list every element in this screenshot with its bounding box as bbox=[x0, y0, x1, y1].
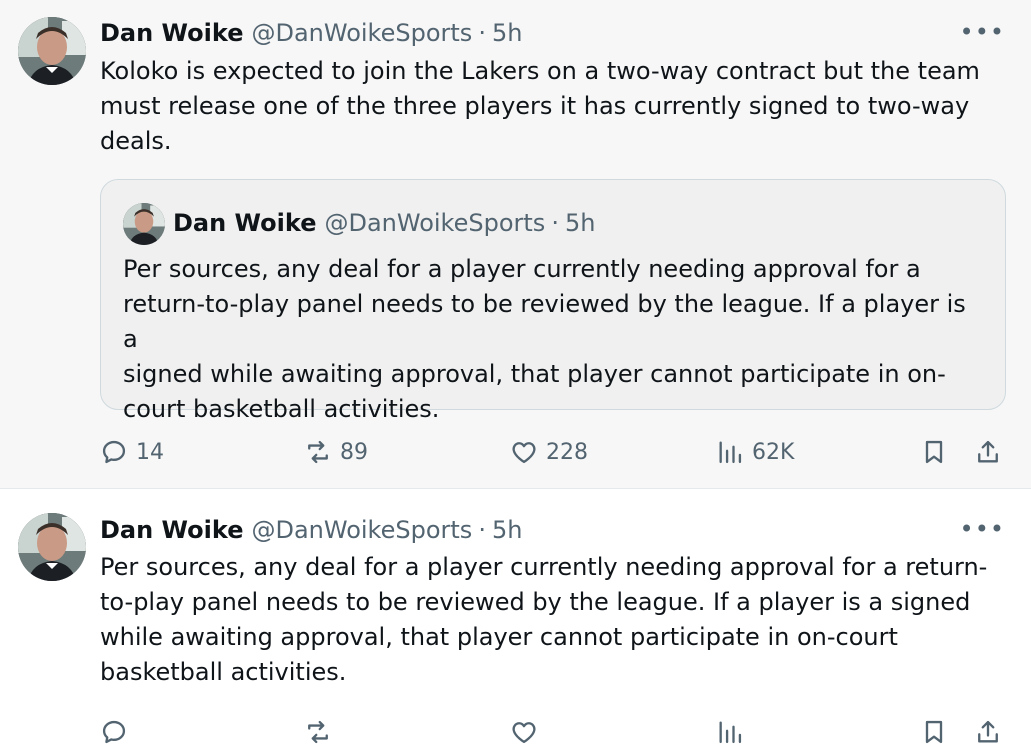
separator: · bbox=[478, 19, 486, 47]
author-handle: @DanWoikeSports bbox=[324, 209, 546, 237]
bookmark-icon bbox=[925, 720, 943, 744]
views-icon bbox=[719, 441, 742, 464]
reply-button[interactable]: 14 bbox=[100, 432, 164, 472]
reply-button[interactable] bbox=[100, 712, 136, 752]
timestamp[interactable]: 5h bbox=[492, 516, 522, 544]
avatar[interactable] bbox=[18, 513, 86, 581]
repost-icon bbox=[308, 720, 328, 744]
more-icon[interactable]: ••• bbox=[960, 515, 1005, 543]
share-button[interactable] bbox=[974, 432, 1010, 472]
timestamp: 5h bbox=[564, 209, 596, 237]
tweet-header: Dan Woike @DanWoikeSports · 5h bbox=[100, 513, 522, 547]
author-name: Dan Woike bbox=[173, 209, 317, 237]
tweet[interactable]: Dan Woike @DanWoikeSports · 5h ••• Per s… bbox=[0, 490, 1031, 744]
share-button[interactable] bbox=[974, 712, 1010, 752]
author-name[interactable]: Dan Woike bbox=[100, 516, 243, 544]
avatar[interactable] bbox=[18, 17, 86, 85]
bookmark-button[interactable] bbox=[920, 432, 956, 472]
tweet-text: Per sources, any deal for a player curre… bbox=[100, 553, 988, 686]
quoted-tweet-text: Per sources, any deal for a player curre… bbox=[123, 255, 966, 423]
repost-icon bbox=[308, 440, 328, 464]
avatar bbox=[123, 203, 165, 245]
reply-icon bbox=[102, 720, 126, 744]
tweet[interactable]: Dan Woike @DanWoikeSports · 5h ••• Kolok… bbox=[0, 0, 1031, 489]
like-count: 228 bbox=[546, 439, 588, 465]
share-icon bbox=[978, 440, 998, 463]
repost-count: 89 bbox=[340, 439, 368, 465]
timestamp[interactable]: 5h bbox=[492, 19, 522, 47]
tweet-header: Dan Woike @DanWoikeSports · 5h bbox=[100, 16, 522, 50]
repost-button[interactable] bbox=[304, 712, 340, 752]
tweet-text: Koloko is expected to join the Lakers on… bbox=[100, 57, 980, 155]
bookmark-icon bbox=[925, 440, 943, 464]
author-handle[interactable]: @DanWoikeSports bbox=[251, 19, 472, 47]
more-icon[interactable]: ••• bbox=[960, 18, 1005, 46]
like-icon bbox=[512, 722, 536, 744]
quoted-tweet-header: Dan Woike @DanWoikeSports · 5h bbox=[173, 206, 595, 240]
separator: · bbox=[551, 209, 559, 237]
separator: · bbox=[478, 516, 486, 544]
like-icon bbox=[512, 442, 536, 464]
author-handle[interactable]: @DanWoikeSports bbox=[251, 516, 472, 544]
views-icon bbox=[719, 721, 742, 744]
tweet-actions: 14 89 228 62K bbox=[100, 432, 1010, 472]
share-icon bbox=[978, 720, 998, 743]
views-button[interactable] bbox=[716, 712, 752, 752]
author-name[interactable]: Dan Woike bbox=[100, 19, 243, 47]
repost-button[interactable]: 89 bbox=[304, 432, 368, 472]
quoted-tweet[interactable]: Dan Woike @DanWoikeSports · 5h Per sourc… bbox=[100, 179, 1006, 423]
views-button[interactable]: 62K bbox=[716, 432, 794, 472]
like-button[interactable]: 228 bbox=[510, 432, 588, 472]
like-button[interactable] bbox=[510, 712, 546, 752]
views-count: 62K bbox=[752, 439, 795, 465]
reply-icon bbox=[102, 440, 126, 464]
bookmark-button[interactable] bbox=[920, 712, 956, 752]
tweet-actions bbox=[100, 712, 1010, 752]
reply-count: 14 bbox=[136, 439, 164, 465]
